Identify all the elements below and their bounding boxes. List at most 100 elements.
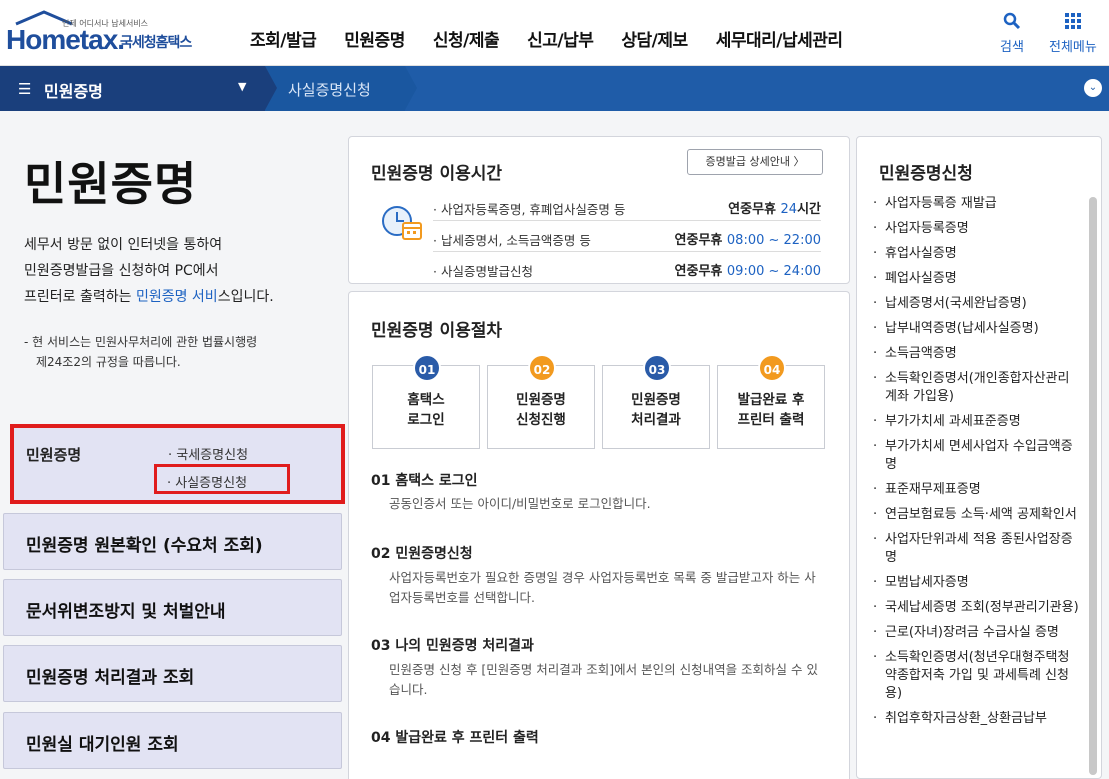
cert-item[interactable]: 휴업사실증명 xyxy=(871,245,1081,263)
gnb-item-consult[interactable]: 상담/제보 xyxy=(621,26,688,51)
cert-item[interactable]: 부가가치세 면세사업자 수입금액증명 xyxy=(871,438,1081,474)
hours-num: 24 xyxy=(780,202,798,217)
cert-item[interactable]: 취업후학자금상환_상환금납부 xyxy=(871,710,1081,728)
step-box: 01 홈택스 로그인 xyxy=(372,354,480,449)
intro-line: 민원증명발급을 신청하여 PC에서 xyxy=(24,263,219,279)
search-icon xyxy=(1003,12,1021,30)
step-box: 03 민원증명처리결과 xyxy=(602,354,710,449)
hamburger-icon[interactable]: ☰ xyxy=(18,80,31,98)
caret-down-icon[interactable]: ▼ xyxy=(238,80,246,93)
step-line: 민원증명 xyxy=(631,392,681,408)
logo-korean: 국세청홈택스 xyxy=(120,35,192,51)
menu-process-result[interactable]: 민원증명 처리결과 조회 xyxy=(3,645,342,702)
procedure-desc: 공동인증서 또는 아이디/비밀번호로 로그인합니다. xyxy=(389,496,651,511)
grid-menu-icon xyxy=(1064,13,1081,29)
procedure-steps: 01 홈택스 로그인 02 민원증명 신청진행 03 민원증명처리결과 04 발급완… xyxy=(372,340,832,450)
step-line: 신청진행 xyxy=(516,412,566,428)
logo-wordmark: Hometax. xyxy=(6,24,125,55)
scrollbar-thumb[interactable] xyxy=(1089,197,1097,775)
cert-item[interactable]: 근로(자녀)장려금 수급사실 증명 xyxy=(871,624,1081,642)
procedure-title: 민원증명 이용절차 xyxy=(371,321,503,341)
cert-item[interactable]: 모범납세자증명 xyxy=(871,574,1081,592)
procedure-heading: 02 민원증명신청 xyxy=(371,546,473,562)
hours-row-label: · 사실증명발급신청 xyxy=(433,264,533,279)
cert-item[interactable]: 납부내역증명(납세사실증명) xyxy=(871,320,1081,338)
cert-item[interactable]: 사업자등록증 재발급 xyxy=(871,195,1081,213)
hours-prefix: 연중무휴 xyxy=(674,233,727,248)
step-line: 처리결과 xyxy=(631,412,681,428)
hours-num: 09:00 ~ 24:00 xyxy=(726,264,821,279)
step-label: 민원증명 신청진행 xyxy=(488,390,594,430)
hours-title: 민원증명 이용시간 xyxy=(371,164,503,184)
procedure-panel: 민원증명 이용절차 01 홈택스 로그인 02 민원증명 신청진행 03 민원증명처… xyxy=(348,291,850,779)
menu-original-check[interactable]: 민원증명 원본확인 (수요처 조회) xyxy=(3,513,342,570)
hours-suffix: 시간 xyxy=(797,202,821,217)
detail-guide-button[interactable]: 증명발급 상세안내 〉 xyxy=(687,149,823,175)
search-label: 검색 xyxy=(1000,40,1024,55)
menu-waiting-count[interactable]: 민원실 대기인원 조회 xyxy=(3,712,342,769)
menu-forgery-prevention[interactable]: 문서위변조방지 및 처벌안내 xyxy=(3,579,342,636)
menu-civil-cert-title[interactable]: 민원증명 xyxy=(26,444,81,465)
gnb-item-apply[interactable]: 신청/제출 xyxy=(433,26,500,51)
cert-item[interactable]: 사업자등록증명 xyxy=(871,220,1081,238)
cert-item[interactable]: 소득확인증명서(개인종합자산관리계좌 가입용) xyxy=(871,370,1081,406)
step-number: 04 xyxy=(758,354,786,382)
intro-text: 세무서 방문 없이 인터넷을 통하여 민원증명발급을 신청하여 PC에서 프린터… xyxy=(24,232,344,310)
cert-item[interactable]: 부가가치세 과세표준증명 xyxy=(871,413,1081,431)
cert-item[interactable]: 폐업사실증명 xyxy=(871,270,1081,288)
intro-line: 세무서 방문 없이 인터넷을 통하여 xyxy=(24,237,223,253)
cert-item[interactable]: 소득금액증명 xyxy=(871,345,1081,363)
note-line: 제24조2의 규정을 따릅니다. xyxy=(36,355,181,369)
chevron-down-icon[interactable]: ⌄ xyxy=(1084,79,1102,97)
step-number: 03 xyxy=(643,354,671,382)
menu-civil-cert-active: 민원증명 · 국세증명신청 · 사실증명신청 xyxy=(10,424,345,504)
intro-highlight: 민원증명 서비 xyxy=(135,289,218,305)
breadcrumb-main[interactable] xyxy=(0,66,265,111)
gnb-item-civil-cert[interactable]: 민원증명 xyxy=(344,26,405,51)
hours-panel: 민원증명 이용시간 증명발급 상세안내 〉 · 사업자등록증명, 휴폐업사실증명… xyxy=(348,136,850,284)
note-line: - 현 서비스는 민원사무처리에 관한 법률시행령 xyxy=(24,335,258,349)
submenu-national-tax-cert[interactable]: · 국세증명신청 xyxy=(168,444,248,463)
cert-item[interactable]: 소득확인증명서(청년우대형주택청약종합저축 가입 및 과세특례 신청용) xyxy=(871,649,1081,703)
intro-text-pre: 프린터로 출력하는 xyxy=(24,289,136,305)
hours-row-value: 연중무휴 09:00 ~ 24:00 xyxy=(675,260,821,279)
hours-prefix: 연중무휴 xyxy=(728,202,781,217)
gnb-item-report-pay[interactable]: 신고/납부 xyxy=(527,26,594,51)
procedure-desc: 민원증명 신청 후 [민원증명 처리결과 조회]에서 본인의 신청내역을 조회하… xyxy=(389,662,818,697)
step-box: 04 발급완료 후프린터 출력 xyxy=(717,354,825,449)
step-line: 프린터 출력 xyxy=(737,412,805,428)
page-title: 민원증명 xyxy=(24,157,198,211)
cert-list-scrollbar[interactable] xyxy=(1089,197,1097,775)
cert-item[interactable]: 연금보험료등 소득·세액 공제확인서 xyxy=(871,506,1081,524)
cert-item[interactable]: 표준재무제표증명 xyxy=(871,481,1081,499)
hours-row-label: · 납세증명서, 소득금액증명 등 xyxy=(433,233,591,248)
search-button[interactable]: 검색 xyxy=(1000,12,1024,55)
hours-row-label: · 사업자등록증명, 휴폐업사실증명 등 xyxy=(433,202,626,217)
hours-row-value: 연중무휴 24시간 xyxy=(728,198,821,217)
civil-cert-list-panel: 민원증명신청 사업자등록증 재발급 사업자등록증명 휴업사실증명 폐업사실증명 … xyxy=(856,136,1102,779)
cert-item[interactable]: 납세증명서(국세완납증명) xyxy=(871,295,1081,313)
procedure-heading: 01 홈택스 로그인 xyxy=(371,473,478,489)
procedure-heading: 03 나의 민원증명 처리결과 xyxy=(371,638,534,654)
hometax-logo[interactable]: 언제 어디서나 납세서비스 Hometax. 국세청홈택스 xyxy=(4,10,214,56)
step-label: 민원증명처리결과 xyxy=(603,390,709,430)
hours-row: · 사실증명발급신청 연중무휴 09:00 ~ 24:00 xyxy=(433,253,821,283)
gnb-item-lookup[interactable]: 조회/발급 xyxy=(250,26,317,51)
hours-num: 08:00 ~ 22:00 xyxy=(726,233,821,248)
breadcrumb-title[interactable]: 민원증명 xyxy=(44,78,103,102)
step-number: 01 xyxy=(413,354,441,382)
step-line: 발급완료 후 xyxy=(737,392,805,408)
step-label: 홈택스 로그인 xyxy=(373,390,479,430)
breadcrumb-current[interactable]: 사실증명신청 xyxy=(288,79,371,100)
cert-item[interactable]: 사업자단위과세 적용 종된사업장증명 xyxy=(871,531,1081,567)
all-menu-button[interactable]: 전체메뉴 xyxy=(1049,12,1097,55)
submenu-fact-cert[interactable]: · 사실증명신청 xyxy=(154,464,290,494)
gnb-item-agent[interactable]: 세무대리/납세관리 xyxy=(716,26,843,51)
intro-line: 프린터로 출력하는 민원증명 서비스입니다. xyxy=(24,284,344,310)
step-box: 02 민원증명 신청진행 xyxy=(487,354,595,449)
intro-text-post: 스입니다. xyxy=(217,289,274,305)
breadcrumb-arrow xyxy=(265,66,277,110)
cert-item[interactable]: 국세납세증명 조회(정부관리기관용) xyxy=(871,599,1081,617)
global-nav: 조회/발급 민원증명 신청/제출 신고/납부 상담/제보 세무대리/납세관리 xyxy=(250,26,871,51)
hours-prefix: 연중무휴 xyxy=(674,264,727,279)
